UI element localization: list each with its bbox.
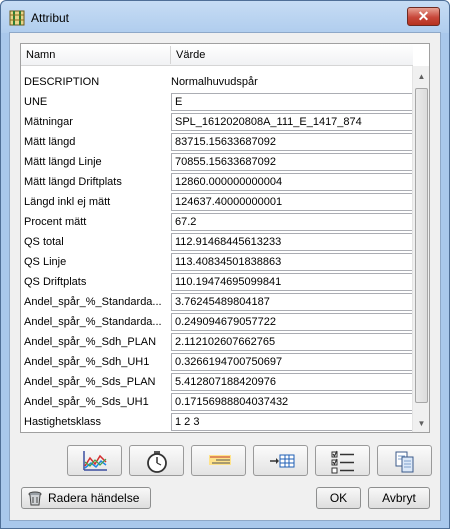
column-header-value[interactable]: Värde — [176, 49, 205, 61]
attribute-value-field[interactable]: 67.2 — [171, 213, 413, 231]
attribute-value: Normalhuvudspår — [171, 76, 258, 88]
attribute-name: QS Linje — [24, 256, 67, 268]
scrollbar-thumb[interactable] — [415, 88, 428, 403]
grid-header: Namn Värde — [21, 44, 413, 66]
scroll-down-arrow-icon[interactable]: ▼ — [413, 415, 429, 432]
attribute-value-field[interactable]: 5.412807188420976 — [171, 373, 413, 391]
attribute-name: Mätt längd Driftplats — [24, 176, 122, 188]
attribute-value-field[interactable]: 0.3266194700750697 — [171, 353, 413, 371]
attribute-value-field[interactable]: 0.17156988804037432 — [171, 393, 413, 411]
attribute-value-field[interactable]: 124637.40000000001 — [171, 193, 413, 211]
attribute-name: Andel_spår_%_Standarda... — [24, 316, 162, 328]
attribute-name: Mätt längd Linje — [24, 156, 102, 168]
attribute-value-field[interactable]: 2.112102607662765 — [171, 333, 413, 351]
grid-rows: DESCRIPTION Normalhuvudspår UNE E Mätningar S… — [21, 72, 413, 433]
attribute-value-field[interactable]: 112.91468445613233 — [171, 233, 413, 251]
attribute-name: Längd inkl ej mätt — [24, 196, 111, 208]
table-row[interactable]: Andel_spår_%_Sdh_PLAN 2.112102607662765 — [21, 332, 413, 352]
highlight-button[interactable] — [191, 445, 246, 476]
table-row[interactable]: QS Linje 113.40834501838863 — [21, 252, 413, 272]
window-title: Attribut — [31, 11, 70, 25]
table-row[interactable]: UNE E — [21, 92, 413, 112]
table-row[interactable]: Procent mätt 67.2 — [21, 212, 413, 232]
cancel-button[interactable]: Avbryt — [368, 487, 430, 509]
scroll-up-arrow-icon[interactable]: ▲ — [413, 68, 429, 85]
attribute-value-field[interactable]: 113.40834501838863 — [171, 253, 413, 271]
copy-icon — [395, 451, 414, 473]
highlight-icon — [209, 455, 231, 465]
attribute-name: Andel_spår_%_Sdh_PLAN — [24, 336, 157, 348]
attribute-dialog: Attribut ✕ Namn Värde DESCRIPTION Normalh… — [0, 0, 450, 529]
attribute-name: Andel_spår_%_Sdh_UH1 — [24, 356, 150, 368]
table-row[interactable]: QS total 112.91468445613233 — [21, 232, 413, 252]
table-row[interactable]: Andel_spår_%_Sds_PLAN 5.412807188420976 — [21, 372, 413, 392]
close-icon: ✕ — [417, 8, 430, 24]
attribute-name: Procent mätt — [24, 216, 87, 228]
attribute-name: Andel_spår_%_Standarda... — [24, 296, 162, 308]
table-row[interactable]: Andel_spår_%_Standarda... 3.7624548980418… — [21, 292, 413, 312]
table-row[interactable]: Andel_spår_%_Sdh_UH1 0.3266194700750697 — [21, 352, 413, 372]
table-row[interactable]: Mätt längd Linje 70855.15633687092 — [21, 152, 413, 172]
attribute-name: Andel_spår_%_Sds_UH1 — [24, 396, 149, 408]
ok-button[interactable]: OK — [316, 487, 361, 509]
delete-event-label: Radera händelse — [48, 491, 140, 505]
attribute-name: Mätt längd — [24, 136, 76, 148]
table-row[interactable]: Mätt längd Driftplats 12860.000000000004 — [21, 172, 413, 192]
attribute-value-field[interactable]: 110.19474695099841 — [171, 273, 413, 291]
table-row[interactable]: Andel_spår_%_Sds_UH1 0.17156988804037432 — [21, 392, 413, 412]
table-row[interactable]: DESCRIPTION Normalhuvudspår — [21, 72, 413, 92]
attribute-name: Hastighetsklass — [24, 416, 102, 428]
trash-icon — [28, 491, 42, 506]
dialog-body: Namn Värde DESCRIPTION Normalhuvudspår UNE… — [9, 32, 441, 521]
attribute-value-field[interactable]: 70855.15633687092 — [171, 153, 413, 171]
attribute-grid: Namn Värde DESCRIPTION Normalhuvudspår UNE… — [20, 43, 430, 433]
table-row[interactable]: Mätt längd 83715.15633687092 — [21, 132, 413, 152]
table-row[interactable]: Mätningar SPL_1612020808A_111_E_1417_874 — [21, 112, 413, 132]
attribute-value-field[interactable]: 3.76245489804187 — [171, 293, 413, 311]
attribute-name: QS total — [24, 236, 64, 248]
table-row[interactable]: Längd inkl ej mätt 124637.40000000001 — [21, 192, 413, 212]
title-bar[interactable]: Attribut ✕ — [1, 1, 449, 33]
table-row[interactable]: QS Driftplats 110.19474695099841 — [21, 272, 413, 292]
checklist-button[interactable] — [315, 445, 370, 476]
close-button[interactable]: ✕ — [407, 7, 440, 26]
chart-icon — [83, 451, 107, 471]
attribute-name: UNE — [24, 96, 48, 108]
copy-button[interactable] — [377, 445, 432, 476]
chart-button[interactable] — [67, 445, 122, 476]
attribute-value-field[interactable]: 12860.000000000004 — [171, 173, 413, 191]
attribute-table-icon — [9, 10, 25, 26]
table-row[interactable]: Andel_spår_%_Standarda... 0.2490946790577… — [21, 312, 413, 332]
attribute-value-field[interactable]: SPL_1612020808A_111_E_1417_874 — [171, 113, 413, 131]
attribute-name: QS Driftplats — [24, 276, 87, 288]
column-divider[interactable] — [170, 46, 171, 64]
table-insert-icon — [270, 454, 295, 468]
table-insert-button[interactable] — [253, 445, 308, 476]
attribute-name: DESCRIPTION — [24, 76, 100, 88]
attribute-name: Andel_spår_%_Sds_PLAN — [24, 376, 156, 388]
table-row[interactable]: Hastighetsklass 1 2 3 — [21, 412, 413, 432]
stopwatch-button[interactable] — [129, 445, 184, 476]
attribute-value-field[interactable]: 83715.15633687092 — [171, 133, 413, 151]
attribute-value-field[interactable]: 1 2 3 — [171, 413, 413, 431]
vertical-scrollbar[interactable]: ▲ ▼ — [412, 66, 429, 432]
attribute-value-field[interactable]: E — [171, 93, 413, 111]
table-row[interactable] — [21, 432, 413, 433]
attribute-value-field[interactable]: 0.249094679057722 — [171, 313, 413, 331]
stopwatch-icon — [147, 451, 167, 473]
delete-event-button[interactable]: Radera händelse — [21, 487, 151, 509]
checklist-icon — [331, 450, 354, 474]
column-header-name[interactable]: Namn — [26, 49, 55, 61]
attribute-name: Mätningar — [24, 116, 73, 128]
